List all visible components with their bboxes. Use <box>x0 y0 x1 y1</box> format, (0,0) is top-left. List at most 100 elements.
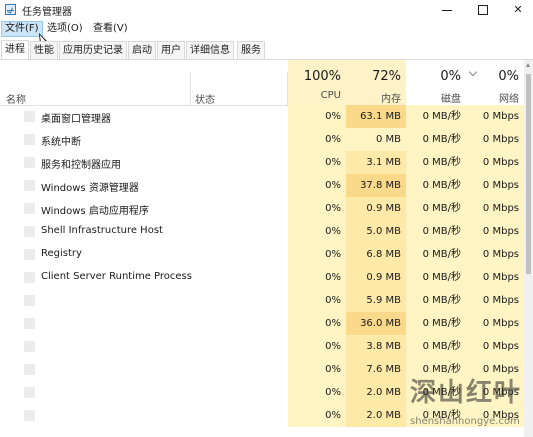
title-bar: 任务管理器 ✕ <box>0 0 533 20</box>
menu-options[interactable]: 选项(O) <box>44 21 86 37</box>
process-name-cell <box>0 335 288 358</box>
memory-value: 37.8 MB <box>346 174 406 197</box>
tab-bar: 进程 性能 应用历史记录 启动 用户 详细信息 服务 <box>0 39 533 60</box>
memory-label: 内存 <box>381 94 401 105</box>
cpu-value: 0% <box>288 197 346 220</box>
process-row[interactable]: Windows 启动应用程序 0% 0.9 MB 0 MB/秒 0 Mbps <box>0 197 524 220</box>
cpu-value: 0% <box>288 335 346 358</box>
close-button[interactable]: ✕ <box>501 0 533 20</box>
memory-value: 2.0 MB <box>346 404 406 427</box>
network-value: 0 Mbps <box>466 220 524 243</box>
process-row[interactable]: 服务和控制器应用 0% 3.1 MB 0 MB/秒 0 Mbps <box>0 151 524 174</box>
disk-value: 0 MB/秒 <box>406 243 466 266</box>
minimize-icon <box>442 9 452 11</box>
process-icon <box>24 387 35 398</box>
tab-users[interactable]: 用户 <box>157 41 185 59</box>
process-row[interactable]: 0% 5.9 MB 0 MB/秒 0 Mbps <box>0 289 524 312</box>
header-disk[interactable]: 0% 磁盘 <box>406 60 466 105</box>
process-icon <box>24 226 35 237</box>
process-name-cell <box>0 312 288 335</box>
process-name: 服务和控制器应用 <box>41 160 121 171</box>
watermark-logo: 深山红叶 shenshanhongye.com <box>410 372 530 432</box>
process-icon <box>24 341 35 352</box>
process-row[interactable]: Client Server Runtime Process 0% 0.9 MB 0 M… <box>0 266 524 289</box>
process-name: Client Server Runtime Process <box>41 271 192 282</box>
menu-view[interactable]: 查看(V) <box>90 21 131 37</box>
minimize-button[interactable] <box>430 0 464 20</box>
memory-value: 63.1 MB <box>346 105 406 128</box>
header-memory[interactable]: 72% 内存 <box>346 60 406 105</box>
network-value: 0 Mbps <box>466 243 524 266</box>
tab-details[interactable]: 详细信息 <box>186 41 234 59</box>
process-name-cell: Client Server Runtime Process <box>0 266 288 289</box>
memory-value: 6.8 MB <box>346 243 406 266</box>
cpu-label: CPU <box>320 90 341 101</box>
network-value: 0 Mbps <box>466 128 524 151</box>
process-name-cell <box>0 289 288 312</box>
tab-services[interactable]: 服务 <box>237 41 265 59</box>
tab-performance[interactable]: 性能 <box>30 41 58 59</box>
cpu-value: 0% <box>288 243 346 266</box>
process-row[interactable]: 0% 36.0 MB 0 MB/秒 0 Mbps <box>0 312 524 335</box>
disk-total-percent: 0% <box>440 69 461 84</box>
disk-value: 0 MB/秒 <box>406 289 466 312</box>
cpu-total-percent: 100% <box>303 69 341 84</box>
scrollbar-thumb[interactable] <box>526 74 531 274</box>
process-row[interactable]: Shell Infrastructure Host 0% 5.0 MB 0 MB/秒 0… <box>0 220 524 243</box>
tab-startup[interactable]: 启动 <box>128 41 156 59</box>
memory-value: 3.1 MB <box>346 151 406 174</box>
header-cpu[interactable]: 100% CPU <box>288 60 346 105</box>
network-value: 0 Mbps <box>466 151 524 174</box>
memory-value: 0.9 MB <box>346 197 406 220</box>
tab-processes[interactable]: 进程 <box>1 40 29 59</box>
cpu-value: 0% <box>288 151 346 174</box>
process-name: Windows 启动应用程序 <box>41 206 149 217</box>
process-row[interactable]: 0% 3.8 MB 0 MB/秒 0 Mbps <box>0 335 524 358</box>
network-value: 0 Mbps <box>466 197 524 220</box>
process-name-cell: Windows 资源管理器 <box>0 174 288 197</box>
process-name: Windows 资源管理器 <box>41 183 139 194</box>
task-manager-icon <box>5 4 16 15</box>
window-title: 任务管理器 <box>22 7 72 18</box>
maximize-icon <box>478 5 488 15</box>
column-header: 名称 状态 100% CPU 72% 内存 0% 磁盘 0% 网络 <box>0 60 533 106</box>
network-value: 0 Mbps <box>466 335 524 358</box>
process-row[interactable]: Windows 资源管理器 0% 37.8 MB 0 MB/秒 0 Mbps <box>0 174 524 197</box>
process-icon <box>24 203 35 214</box>
disk-value: 0 MB/秒 <box>406 220 466 243</box>
header-status[interactable]: 状态 <box>195 91 215 106</box>
scroll-up-arrow-icon[interactable] <box>526 63 530 67</box>
cpu-value: 0% <box>288 174 346 197</box>
memory-value: 3.8 MB <box>346 335 406 358</box>
disk-value: 0 MB/秒 <box>406 197 466 220</box>
cpu-value: 0% <box>288 289 346 312</box>
memory-value: 2.0 MB <box>346 381 406 404</box>
cpu-value: 0% <box>288 312 346 335</box>
column-divider[interactable] <box>190 72 191 105</box>
tab-app-history[interactable]: 应用历史记录 <box>59 41 127 59</box>
header-network[interactable]: 0% 网络 <box>466 60 524 105</box>
process-icon <box>24 180 35 191</box>
process-row[interactable]: Registry 0% 6.8 MB 0 MB/秒 0 Mbps <box>0 243 524 266</box>
memory-value: 0.9 MB <box>346 266 406 289</box>
memory-value: 5.0 MB <box>346 220 406 243</box>
maximize-button[interactable] <box>466 0 500 20</box>
process-name: Registry <box>41 248 82 259</box>
cpu-value: 0% <box>288 105 346 128</box>
disk-value: 0 MB/秒 <box>406 151 466 174</box>
process-icon <box>24 410 35 421</box>
header-name[interactable]: 名称 <box>6 91 26 106</box>
disk-value: 0 MB/秒 <box>406 335 466 358</box>
process-icon <box>24 157 35 168</box>
cpu-value: 0% <box>288 358 346 381</box>
process-icon <box>24 111 35 122</box>
memory-value: 7.6 MB <box>346 358 406 381</box>
network-value: 0 Mbps <box>466 289 524 312</box>
memory-value: 5.9 MB <box>346 289 406 312</box>
disk-value: 0 MB/秒 <box>406 128 466 151</box>
process-name-cell <box>0 404 288 427</box>
process-name: Shell Infrastructure Host <box>41 225 163 236</box>
cpu-value: 0% <box>288 381 346 404</box>
process-row[interactable]: 系统中断 0% 0 MB 0 MB/秒 0 Mbps <box>0 128 524 151</box>
process-row[interactable]: 桌面窗口管理器 0% 63.1 MB 0 MB/秒 0 Mbps <box>0 105 524 128</box>
